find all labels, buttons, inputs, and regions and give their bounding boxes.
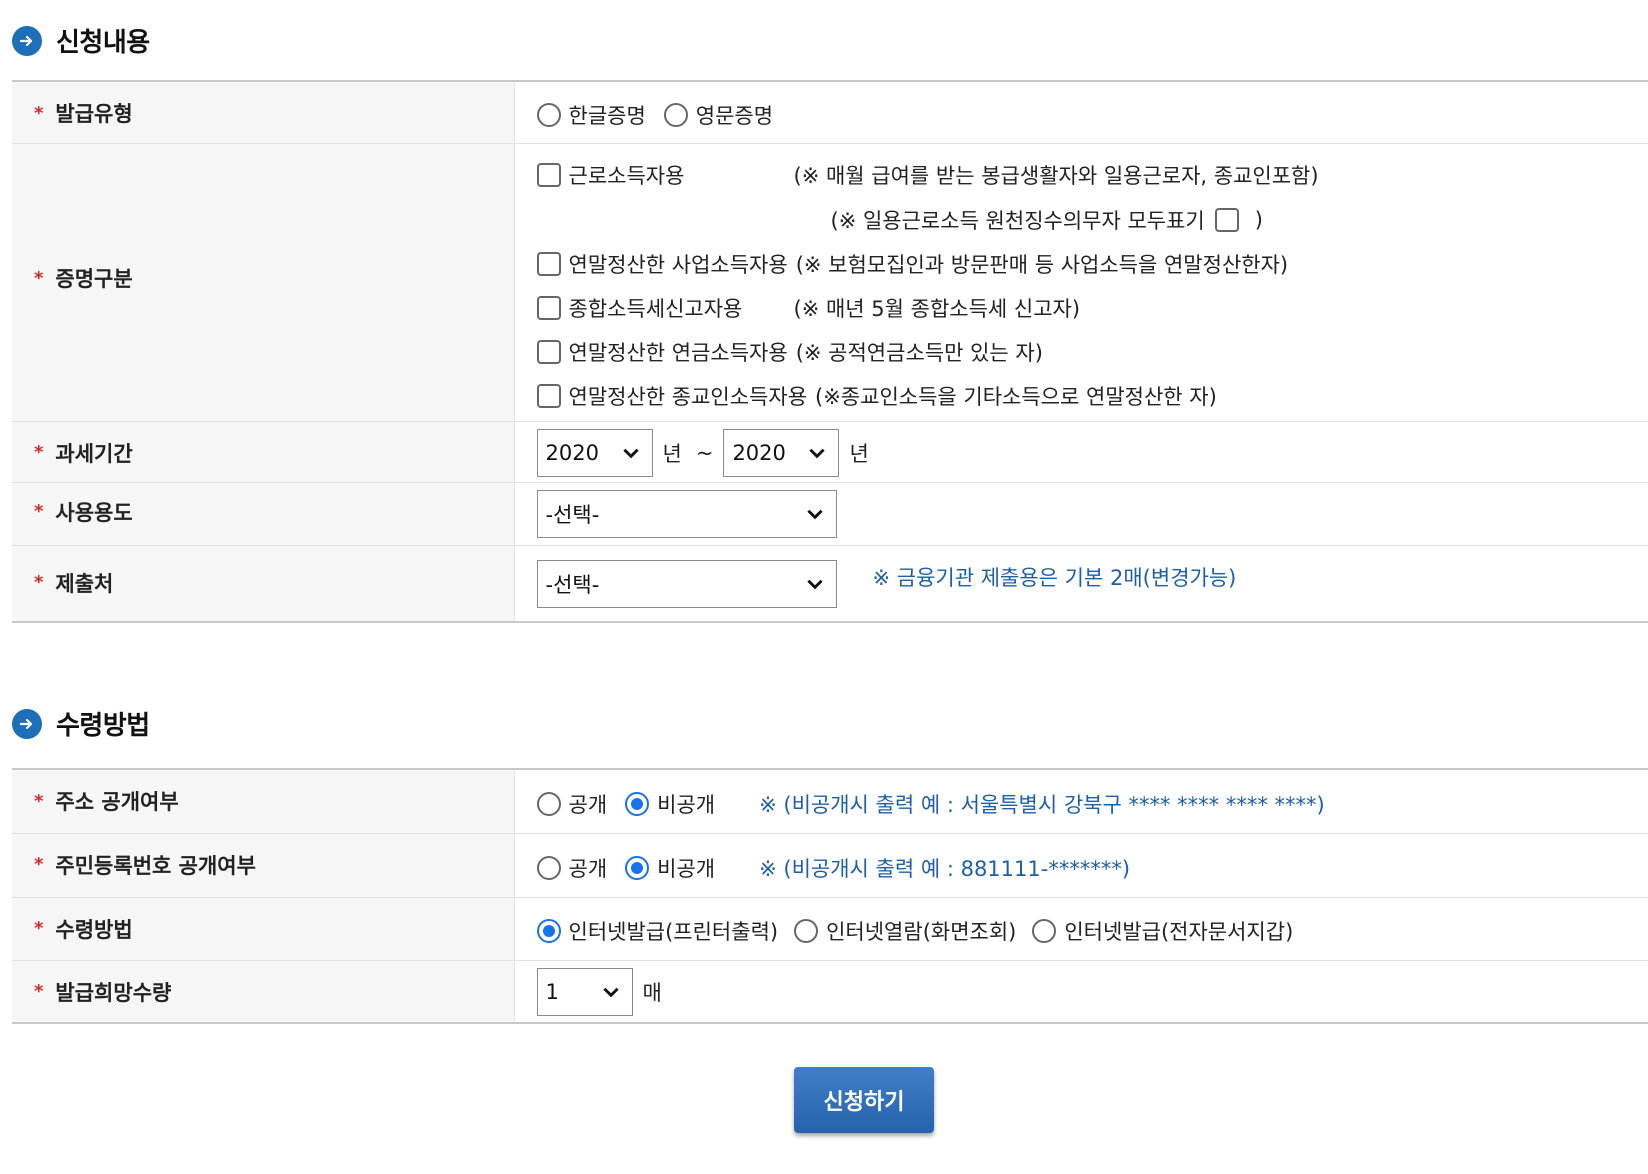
required-star-icon: * (34, 572, 44, 593)
arrow-right-circle-icon (12, 25, 42, 56)
checkbox-pension-income[interactable] (536, 339, 561, 364)
option-private: 비공개 (657, 856, 716, 881)
row-submit-to: * 제출처 -선택- ※ 금융기관 제출용은 기본 2매(변경가능) (12, 545, 1648, 623)
label-earned-income: 근로소득자용 (568, 163, 685, 188)
note-earned-income: (※ 매월 급여를 받는 봉급생활자와 일용근로자, 종교인포함) (793, 163, 1319, 188)
option-korean-cert: 한글증명 (568, 104, 646, 128)
label-usage: 사용용도 (55, 500, 133, 525)
select-submit-to[interactable]: -선택- (536, 559, 837, 608)
row-address-public: * 주소 공개여부 공개 비공개 ※ (비공개시 출력 예 : 서울특별시 강북구… (12, 768, 1648, 834)
chevron-down-icon (602, 987, 619, 997)
radio-address-private[interactable] (625, 792, 650, 816)
receive-form-table: * 주소 공개여부 공개 비공개 ※ (비공개시 출력 예 : 서울특별시 강북구… (12, 768, 1648, 1024)
chevron-down-icon (806, 509, 823, 519)
checkbox-earned-income[interactable] (536, 162, 561, 187)
radio-address-public[interactable] (536, 792, 561, 816)
arrow-right-circle-icon (12, 708, 42, 739)
section-title-text: 수령방법 (56, 711, 150, 741)
note-rrn-public: ※ (비공개시 출력 예 : 881111-*******) (759, 856, 1131, 881)
option-private: 비공개 (657, 793, 716, 817)
label-religious-income: 연말정산한 종교인소득자용 (568, 384, 808, 409)
note-business-income: (※ 보험모집인과 방문판매 등 사업소득을 연말정산한자) (795, 252, 1289, 277)
label-business-income: 연말정산한 사업소득자용 (568, 252, 788, 277)
row-issue-type: * 발급유형 한글증명 영문증명 (12, 80, 1648, 144)
required-star-icon: * (34, 854, 44, 875)
required-star-icon: * (34, 918, 44, 939)
required-star-icon: * (34, 790, 44, 812)
select-tax-period-from[interactable]: 2020 (536, 428, 653, 477)
note-religious-income: (※종교인소득을 기타소득으로 연말정산한 자) (815, 384, 1217, 409)
note-comprehensive-income: (※ 매년 5월 종합소득세 신고자) (793, 296, 1081, 321)
label-submit-to: 제출처 (55, 571, 114, 596)
label-comprehensive-income: 종합소득세신고자용 (568, 296, 743, 321)
chevron-down-icon (806, 579, 823, 589)
label-issue-type: 발급유형 (55, 102, 133, 126)
chevron-down-icon (622, 448, 639, 458)
unit-year: 년 (849, 441, 869, 466)
select-value: -선택- (545, 502, 600, 527)
note-daily-worker-close: ) (1254, 207, 1263, 232)
label-receive-method: 수령방법 (55, 917, 133, 942)
option-internet-view: 인터넷열람(화면조회) (826, 919, 1017, 944)
required-star-icon: * (34, 267, 44, 289)
select-usage[interactable]: -선택- (536, 489, 837, 538)
checkbox-daily-worker[interactable] (1214, 207, 1239, 232)
row-quantity: * 발급희망수량 1 매 (12, 960, 1648, 1024)
select-value: 2020 (732, 440, 786, 465)
radio-rrn-public[interactable] (536, 855, 561, 880)
required-star-icon: * (34, 981, 44, 1002)
option-public: 공개 (568, 793, 608, 817)
label-address-public: 주소 공개여부 (55, 790, 179, 814)
required-star-icon: * (34, 501, 44, 522)
select-value: 1 (545, 979, 559, 1004)
radio-english-cert[interactable] (663, 103, 688, 127)
checkbox-comprehensive-income[interactable] (536, 295, 561, 320)
select-value: 2020 (545, 440, 599, 465)
select-value: -선택- (545, 572, 600, 597)
radio-internet-wallet[interactable] (1032, 918, 1057, 943)
select-tax-period-to[interactable]: 2020 (723, 428, 840, 477)
unit-sheet: 매 (642, 980, 662, 1005)
section-title-text: 신청내용 (56, 28, 150, 58)
note-daily-worker: (※ 일용근로소득 원천징수의무자 모두표기 (830, 208, 1205, 233)
tilde: ~ (695, 440, 714, 465)
radio-internet-print[interactable] (536, 918, 561, 943)
section-title-receive: 수령방법 (12, 705, 150, 742)
select-quantity[interactable]: 1 (536, 967, 633, 1016)
application-form-table: * 발급유형 한글증명 영문증명 * 증명구분 근로소득자용 (※ 매월 급여를 받… (12, 80, 1648, 623)
option-english-cert: 영문증명 (695, 104, 774, 128)
row-cert-type: * 증명구분 근로소득자용 (※ 매월 급여를 받는 봉급생활자와 일용근로자, … (12, 143, 1648, 422)
required-star-icon: * (34, 102, 44, 124)
note-submit-to: ※ 금융기관 제출용은 기본 2매(변경가능) (872, 565, 1237, 590)
note-address-public: ※ (비공개시 출력 예 : 서울특별시 강북구 **** **** **** … (759, 793, 1325, 817)
label-pension-income: 연말정산한 연금소득자용 (568, 340, 788, 365)
note-pension-income: (※ 공적연금소득만 있는 자) (795, 340, 1043, 365)
option-internet-print: 인터넷발급(프린터출력) (568, 919, 779, 944)
radio-korean-cert[interactable] (536, 103, 561, 127)
row-receive-method: * 수령방법 인터넷발급(프린터출력) 인터넷열람(화면조회) 인터넷발급(전자문… (12, 897, 1648, 961)
option-internet-wallet: 인터넷발급(전자문서지갑) (1064, 919, 1294, 944)
apply-button[interactable]: 신청하기 (794, 1067, 934, 1133)
row-tax-period: * 과세기간 2020 년 ~ 2020 년 (12, 421, 1648, 483)
row-usage: * 사용용도 -선택- (12, 482, 1648, 546)
checkbox-religious-income[interactable] (536, 383, 561, 408)
checkbox-business-income[interactable] (536, 251, 561, 276)
label-rrn-public: 주민등록번호 공개여부 (55, 853, 256, 878)
chevron-down-icon (809, 448, 826, 458)
submit-area: 신청하기 (0, 1067, 1648, 1133)
label-tax-period: 과세기간 (55, 441, 133, 466)
required-star-icon: * (34, 442, 44, 463)
label-cert-type: 증명구분 (55, 267, 133, 291)
radio-internet-view[interactable] (794, 918, 819, 943)
unit-year: 년 (662, 441, 682, 466)
option-public: 공개 (568, 856, 608, 881)
section-title-application: 신청내용 (12, 22, 150, 59)
row-rrn-public: * 주민등록번호 공개여부 공개 비공개 ※ (비공개시 출력 예 : 88111… (12, 833, 1648, 898)
radio-rrn-private[interactable] (625, 855, 650, 880)
label-quantity: 발급희망수량 (55, 980, 172, 1005)
